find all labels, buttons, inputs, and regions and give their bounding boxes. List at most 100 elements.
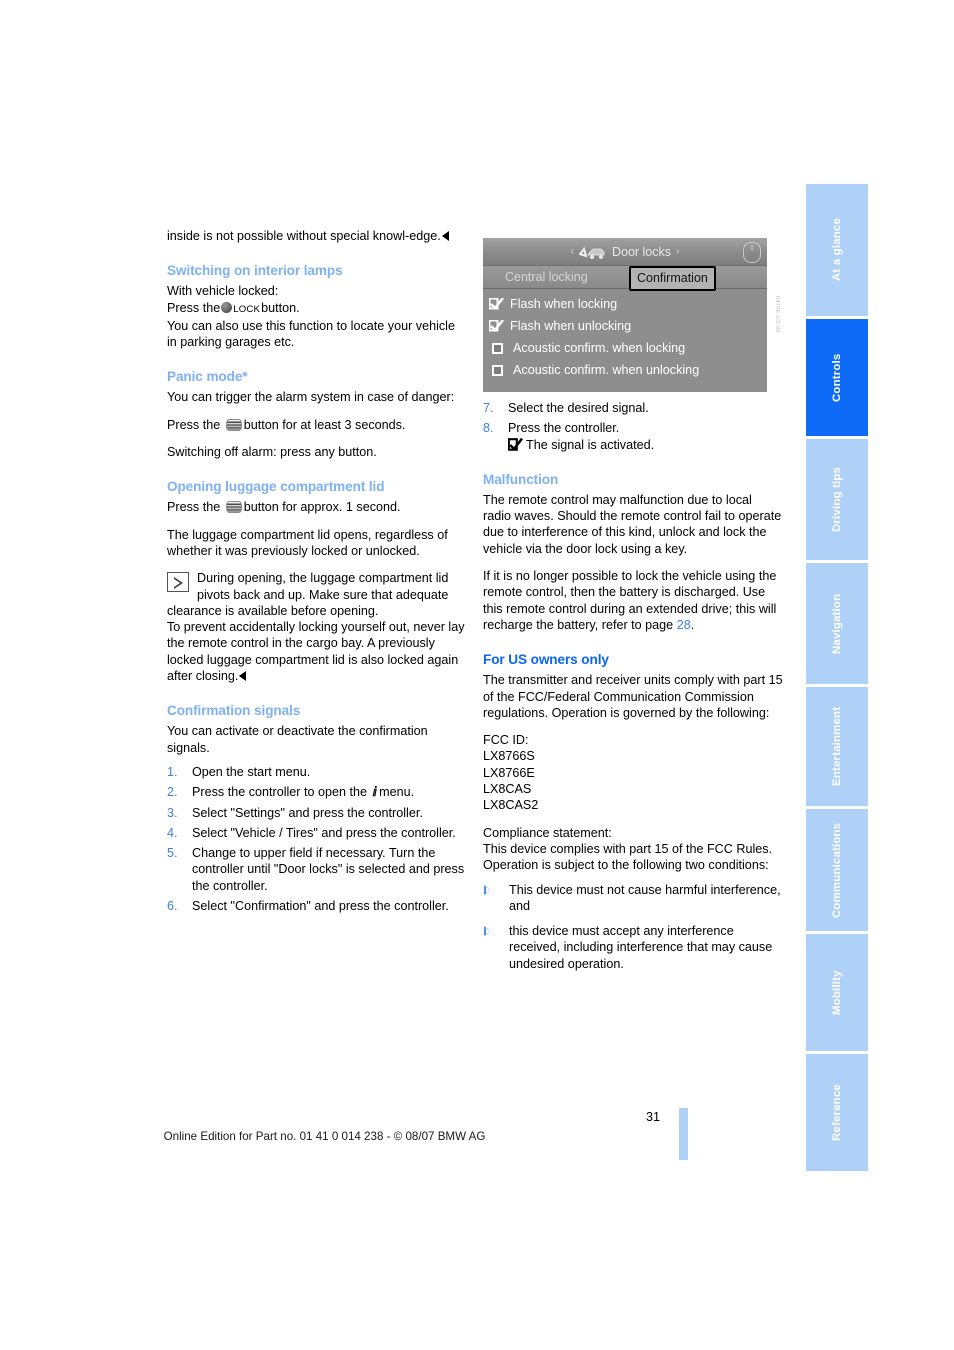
idrive-list-item[interactable]: Flash when unlocking bbox=[488, 315, 767, 337]
idrive-tab-confirmation[interactable]: Confirmation bbox=[629, 266, 716, 291]
step-number: 6. bbox=[167, 899, 178, 914]
heading-confirmation-signals: Confirmation signals bbox=[167, 703, 301, 719]
idrive-list-item[interactable]: Acoustic confirm. when locking bbox=[489, 337, 767, 359]
idrive-screen: ‹ Door locks › ↕ Central locking Confirm… bbox=[483, 238, 767, 392]
right-text-column: 7. Select the desired signal. 8. Press t… bbox=[483, 400, 783, 981]
checkbox-checked-icon[interactable] bbox=[488, 297, 504, 310]
step-text: Open the start menu. bbox=[192, 764, 311, 779]
scroll-indicator-icon: ↕ bbox=[743, 242, 761, 263]
fcc-id-value: LX8766S bbox=[483, 749, 535, 764]
heading-switching-on-interior-lamps: Switching on interior lamps bbox=[167, 263, 343, 279]
end-of-section-marker-icon bbox=[239, 671, 247, 682]
lock-label-text: LOCK bbox=[233, 303, 261, 315]
note-triangle-icon bbox=[167, 572, 189, 593]
press-the-text: Press the bbox=[167, 500, 221, 515]
button-suffix-text: button. bbox=[261, 300, 300, 315]
sidebar-tab-label: Reference bbox=[831, 1084, 843, 1141]
fcc-id-value: LX8CAS bbox=[483, 782, 532, 797]
checkbox-checked-icon bbox=[508, 437, 523, 451]
compliance-statement-label: Compliance statement: bbox=[483, 825, 612, 840]
sidebar-tab-label: Driving tips bbox=[831, 466, 843, 533]
lock-button-dot-icon bbox=[221, 301, 233, 313]
sidebar-tab-communications[interactable]: Communications bbox=[806, 806, 868, 931]
sidebar-tab-label: At a glance bbox=[831, 218, 843, 282]
list-item: This device must not cause harmful inter… bbox=[483, 882, 783, 915]
checkbox-checked-icon[interactable] bbox=[488, 319, 504, 332]
checkbox-unchecked-icon[interactable] bbox=[492, 342, 503, 354]
heading-malfunction: Malfunction bbox=[483, 471, 559, 487]
trunk-button-icon bbox=[225, 501, 242, 514]
sidebar-tab-entertainment[interactable]: Entertainment bbox=[806, 684, 868, 806]
step-number: 3. bbox=[167, 805, 178, 820]
step-number: 1. bbox=[167, 764, 178, 779]
end-of-section-marker-icon bbox=[441, 231, 449, 241]
idrive-list-item-label: Flash when unlocking bbox=[510, 319, 632, 333]
heading-panic-mode: Panic mode* bbox=[167, 369, 248, 385]
paragraph-malfunction-radio-waves: The remote control may malfunction due t… bbox=[483, 492, 782, 556]
step-item: 2. Press the controller to open the ⅈ men… bbox=[167, 784, 467, 800]
page-reference-link[interactable]: 28 bbox=[677, 618, 691, 632]
footer-edition-note: Online Edition for Part no. 01 41 0 014 … bbox=[163, 1130, 486, 1143]
sidebar-tab-navigation[interactable]: Navigation bbox=[806, 560, 868, 684]
step-text-prefix: Press the controller to open the bbox=[192, 785, 368, 800]
step-text: Select "Confirmation" and press the cont… bbox=[192, 899, 449, 914]
sidebar-tab-label: Communications bbox=[831, 822, 843, 918]
step-number: 2. bbox=[167, 785, 178, 800]
step-number: 5. bbox=[167, 846, 178, 861]
step-number: 7. bbox=[483, 401, 494, 415]
compliance-statement-block: Compliance statement: This device compli… bbox=[483, 825, 783, 874]
paragraph-prevent-locking-out: To prevent accidentally locking yourself… bbox=[167, 619, 467, 684]
step-item: 1. Open the start menu. bbox=[167, 764, 467, 780]
condition-text: This device must not cause harmful inter… bbox=[509, 882, 781, 913]
list-item: this device must accept any interference… bbox=[483, 923, 783, 972]
panic-suffix-text: button for at least 3 seconds. bbox=[243, 417, 406, 432]
idrive-list-item-label: Acoustic confirm. when unlocking bbox=[513, 363, 700, 377]
compliance-statement-text: This device complies with part 15 of the… bbox=[483, 841, 773, 873]
paragraph-switch-off-alarm: Switching off alarm: press any button. bbox=[167, 445, 377, 460]
sidebar-tab-controls[interactable]: Controls bbox=[806, 316, 868, 436]
paragraph-fcc-compliance-intro: The transmitter and receiver units compl… bbox=[483, 673, 783, 720]
step-sub-text: The signal is activated. bbox=[526, 437, 655, 452]
note-text: During opening, the luggage compartment … bbox=[167, 571, 449, 618]
paragraph-locate-vehicle: You can also use this function to locate… bbox=[167, 318, 455, 350]
sidebar-tab-reference[interactable]: Reference bbox=[806, 1051, 868, 1171]
page-number: 31 bbox=[645, 1110, 660, 1124]
paragraph-press-trunk-3-seconds: Press the button for at least 3 seconds. bbox=[167, 417, 467, 433]
sidebar-tab-mobility[interactable]: Mobility bbox=[806, 931, 868, 1051]
figure-id-label: 0470E-US-05 bbox=[774, 296, 780, 334]
continuation-text: inside is not possible without special k… bbox=[167, 229, 441, 243]
step-number: 8. bbox=[483, 421, 494, 436]
sidebar-tab-driving-tips[interactable]: Driving tips bbox=[806, 436, 868, 560]
triangle-bullet-icon bbox=[484, 884, 491, 895]
fcc-conditions-list: This device must not cause harmful inter… bbox=[483, 882, 783, 972]
car-lock-icon bbox=[578, 245, 607, 259]
idrive-list-item[interactable]: Flash when locking bbox=[488, 293, 767, 315]
idrive-tab-row: Central locking Confirmation bbox=[483, 266, 767, 291]
paragraph-press-trunk-1-second: Press the button for approx. 1 second. bbox=[167, 499, 467, 515]
left-text-column: inside is not possible without special k… bbox=[167, 228, 467, 918]
sidebar-tab-label: Navigation bbox=[831, 593, 843, 654]
heading-for-us-owners-only: For US owners only bbox=[483, 652, 609, 668]
step-text: Select "Settings" and press the controll… bbox=[192, 805, 423, 820]
step-text: Select the desired signal. bbox=[508, 401, 649, 415]
sidebar-tab-at-a-glance[interactable]: At a glance bbox=[806, 184, 868, 316]
chapter-tab-sidebar: At a glance Controls Driving tips Naviga… bbox=[806, 184, 868, 1171]
sidebar-tab-label: Mobility bbox=[831, 970, 843, 1015]
continuation-paragraph: inside is not possible without special k… bbox=[167, 228, 467, 244]
press-the-text: Press the bbox=[167, 417, 221, 432]
next-arrow-icon[interactable]: › bbox=[676, 246, 679, 257]
fcc-id-label: FCC ID: bbox=[483, 733, 529, 748]
step-item: 4. Select "Vehicle / Tires" and press th… bbox=[167, 825, 467, 841]
prevent-locking-text: To prevent accidentally locking yourself… bbox=[167, 620, 465, 684]
fcc-id-value: LX8CAS2 bbox=[483, 798, 539, 813]
step-item: 8. Press the controller. The signal is a… bbox=[483, 420, 783, 453]
step-text-suffix: menu. bbox=[379, 785, 415, 800]
triangle-bullet-icon bbox=[484, 926, 491, 937]
step-sub-result: The signal is activated. bbox=[508, 437, 783, 453]
idrive-list-item-label: Acoustic confirm. when locking bbox=[513, 341, 686, 355]
idrive-tab-central-locking[interactable]: Central locking bbox=[499, 267, 594, 287]
previous-arrow-icon[interactable]: ‹ bbox=[571, 246, 574, 257]
idrive-list-item[interactable]: Acoustic confirm. when unlocking bbox=[489, 359, 767, 381]
checkbox-unchecked-icon[interactable] bbox=[492, 364, 503, 376]
step-item: 6. Select "Confirmation" and press the c… bbox=[167, 898, 467, 914]
